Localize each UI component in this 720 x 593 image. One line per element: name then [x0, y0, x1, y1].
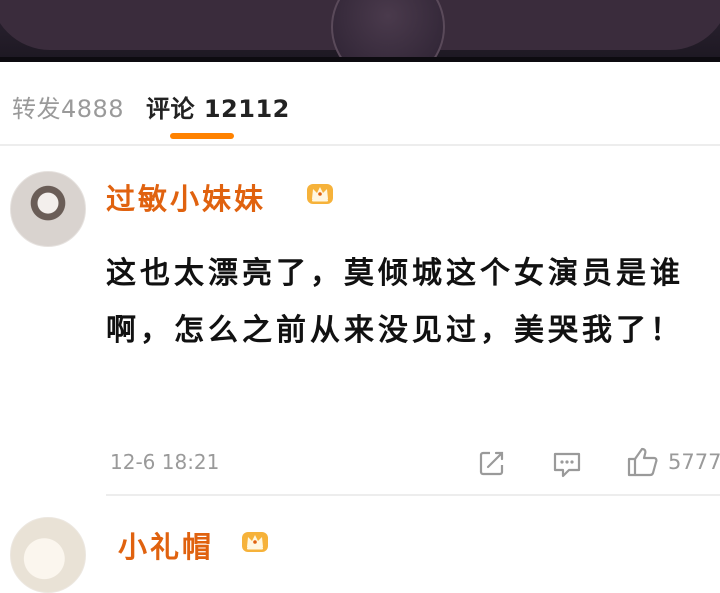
avatar[interactable] — [10, 171, 86, 247]
banner-edge — [0, 57, 720, 62]
banner-circle-ornament — [331, 0, 445, 62]
comment-icon[interactable] — [551, 449, 583, 479]
divider — [106, 494, 720, 496]
comment-username[interactable]: 过敏小妹妹 — [106, 176, 266, 218]
like-count: 5777 — [668, 450, 720, 474]
tab-comments[interactable]: 评论 12112 — [146, 89, 290, 124]
like-icon[interactable] — [626, 446, 660, 478]
divider — [0, 144, 720, 146]
active-tab-indicator — [170, 133, 234, 139]
avatar[interactable] — [10, 517, 86, 593]
comment-username[interactable]: 小礼帽 — [118, 524, 214, 566]
repost-icon[interactable] — [477, 448, 507, 478]
comment-time: 12-6 18:21 — [110, 450, 220, 474]
crown-vip-icon — [242, 532, 268, 552]
comment-tabs: 转发4888 评论 12112 — [0, 63, 720, 143]
comment-text: 这也太漂亮了，莫倾城这个女演员是谁啊，怎么之前从来没见过，美哭我了！ — [106, 256, 684, 348]
tab-repost[interactable]: 转发4888 — [12, 89, 124, 124]
crown-vip-icon — [307, 184, 333, 204]
post-image-banner[interactable] — [0, 0, 720, 62]
